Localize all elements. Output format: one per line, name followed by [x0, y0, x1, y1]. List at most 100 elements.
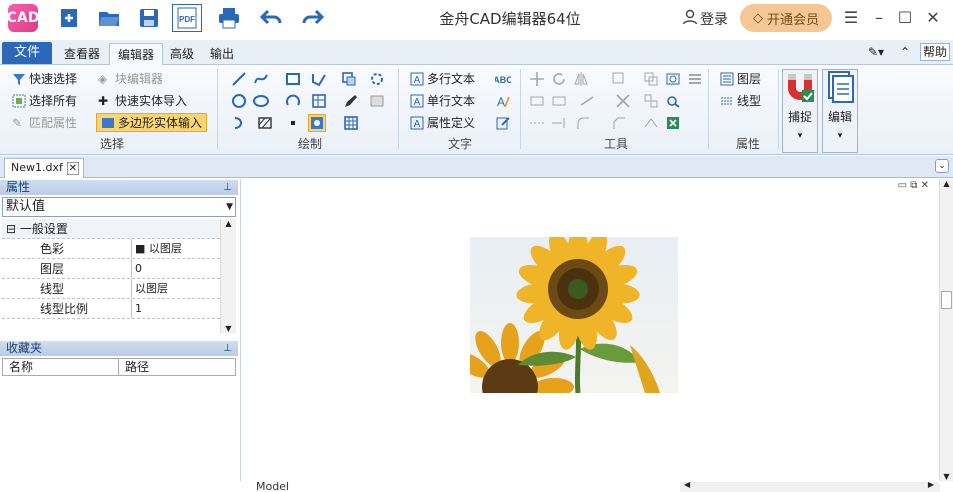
login-button[interactable]: 登录 [682, 9, 728, 29]
help-button[interactable]: 帮助 [920, 43, 950, 61]
maximize-button[interactable]: ☐ [894, 6, 916, 28]
rectangle-icon[interactable] [284, 70, 302, 88]
mirror-icon[interactable] [572, 70, 590, 88]
gear-select-icon[interactable] [368, 70, 386, 88]
tab-model[interactable]: Model [244, 481, 304, 492]
select-all-button[interactable]: 选择所有 [12, 92, 77, 109]
copy-icon[interactable] [642, 70, 660, 88]
block-editor-button[interactable]: ◈ 块编辑器 [98, 70, 163, 87]
stretch-icon[interactable] [550, 92, 568, 110]
copy-block-icon[interactable] [340, 70, 358, 88]
vip-button[interactable]: ◇ 开通会员 [740, 4, 832, 32]
stext-button[interactable]: A 单行文本 [410, 92, 475, 109]
properties-scrollbar[interactable]: ▲ ▼ [220, 219, 236, 333]
property-row[interactable]: 色彩 ■ 以图层 [2, 239, 220, 259]
measure-icon[interactable] [664, 92, 682, 110]
quick-select-button[interactable]: 快速选择 [12, 70, 77, 87]
offset-icon[interactable] [528, 114, 546, 132]
property-row[interactable]: 线型 以图层 [2, 279, 220, 299]
hatch-icon[interactable] [256, 114, 274, 132]
scale-icon[interactable] [528, 92, 546, 110]
explode-icon[interactable] [642, 92, 660, 110]
properties-combo[interactable]: 默认值 ▼ [2, 197, 236, 217]
pin-icon[interactable]: ⊥ [223, 180, 232, 195]
tab-output[interactable]: 输出 [202, 43, 242, 65]
trim-icon[interactable] [614, 92, 632, 110]
pin-icon[interactable]: ⊥ [223, 341, 232, 356]
quick-entity-import-button[interactable]: ✚ 快速实体导入 [98, 92, 187, 109]
linetype-button[interactable]: 线型 [720, 92, 761, 109]
circle-icon[interactable] [230, 92, 248, 110]
select-group-label: 选择 [99, 137, 124, 151]
pen-icon[interactable]: ✎▾ [868, 41, 884, 63]
ellipse-icon[interactable] [252, 92, 270, 110]
scroll-down-icon[interactable]: ▼ [940, 472, 953, 481]
menu-icon[interactable]: ☰ [840, 6, 862, 28]
tab-advanced[interactable]: 高级 [162, 43, 202, 65]
tab-viewer[interactable]: 查看器 [56, 43, 108, 65]
scroll-right-icon[interactable]: ▶ [928, 480, 934, 489]
excel-icon[interactable] [664, 114, 682, 132]
table-insert-icon[interactable] [310, 92, 328, 110]
polygon-entity-input-button[interactable]: 多边形实体输入 [96, 113, 208, 132]
pen-draw-icon[interactable] [342, 92, 360, 110]
property-category[interactable]: ⊟ 一般设置 [2, 219, 220, 239]
snap-button[interactable]: 捕捉 ▾ [782, 69, 818, 153]
arc-icon[interactable] [284, 92, 302, 110]
separator [217, 69, 218, 149]
col-path[interactable]: 路径 [119, 359, 235, 375]
close-tab-icon[interactable]: ✕ [66, 162, 79, 175]
rotate-icon[interactable] [550, 70, 568, 88]
text-style-icon[interactable]: ABC [494, 70, 512, 88]
grid-icon[interactable] [342, 114, 360, 132]
close-button[interactable]: ✕ [922, 6, 944, 28]
scroll-up-icon[interactable]: ▲ [221, 219, 236, 228]
break-icon[interactable] [578, 92, 596, 110]
canvas-hscrollbar[interactable]: ◀ ▶ [680, 480, 940, 492]
property-row[interactable]: 线型比例 1 [2, 299, 220, 319]
refresh-icon[interactable] [664, 70, 682, 88]
fillet-icon[interactable] [574, 114, 592, 132]
tab-file[interactable]: 文件 [2, 42, 52, 64]
polyline-icon[interactable] [310, 70, 328, 88]
property-key: 图层 [2, 259, 132, 278]
svg-text:A: A [414, 97, 421, 108]
canvas-vscrollbar[interactable]: ▲ ▼ [939, 179, 953, 481]
minimize-button[interactable]: – [868, 6, 890, 28]
array-icon[interactable] [610, 70, 628, 88]
property-row[interactable]: 图层 0 [2, 259, 220, 279]
scroll-up-icon[interactable]: ▲ [940, 179, 953, 188]
canvas-window-controls[interactable]: ▭ ⧉ ✕ [898, 180, 929, 191]
note-edit-icon[interactable] [494, 114, 512, 132]
scroll-left-icon[interactable]: ◀ [684, 480, 690, 489]
draw-group-label: 绘制 [297, 137, 322, 151]
tab-list-icon[interactable]: ⌄ [935, 159, 949, 173]
hatch-select-icon[interactable] [368, 92, 386, 110]
point-icon[interactable] [284, 114, 302, 132]
collapse-ribbon-icon[interactable]: ⌃ [900, 41, 910, 63]
curve-icon[interactable] [230, 114, 248, 132]
mtext-button[interactable]: A 多行文本 [410, 70, 475, 87]
match-props-button[interactable]: ✎ 匹配属性 [12, 114, 77, 131]
tab-editor[interactable]: 编辑器 [109, 43, 164, 65]
sunflower-image [470, 237, 678, 393]
spline-icon[interactable] [252, 70, 270, 88]
list-icon[interactable] [686, 70, 704, 88]
svg-text:ABC: ABC [495, 75, 511, 85]
image-insert-icon[interactable] [308, 114, 326, 132]
extend-icon[interactable] [550, 114, 568, 132]
chamfer-icon[interactable] [610, 114, 628, 132]
snap-dropdown-icon: ▾ [797, 131, 803, 141]
doc-tab[interactable]: New1.dxf ✕ [4, 158, 84, 178]
attdef-button[interactable]: A 属性定义 [410, 114, 475, 131]
scroll-thumb[interactable] [941, 291, 952, 309]
move-icon[interactable] [528, 70, 546, 88]
join-icon[interactable] [642, 114, 660, 132]
scroll-down-icon[interactable]: ▼ [221, 324, 236, 333]
col-name[interactable]: 名称 [3, 359, 119, 375]
layer-button[interactable]: 图层 [720, 70, 761, 87]
separator [778, 69, 779, 149]
edit-button[interactable]: 编辑 ▾ [822, 69, 858, 153]
line-icon[interactable] [230, 70, 248, 88]
text-edit-icon[interactable]: A [494, 92, 512, 110]
